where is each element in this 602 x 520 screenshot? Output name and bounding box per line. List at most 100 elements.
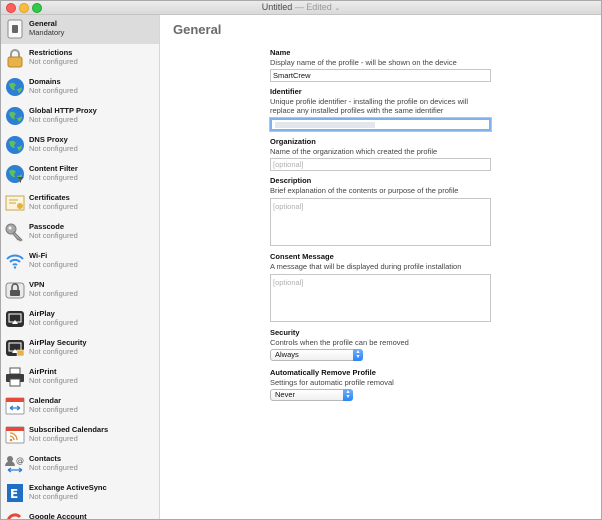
sidebar-item-dns-proxy[interactable]: DNS Proxy Not configured	[1, 131, 159, 160]
organization-description: Name of the organization which created t…	[270, 147, 438, 156]
identifier-field[interactable]	[270, 118, 491, 131]
consent-message-label: Consent Message	[270, 252, 334, 261]
popup-stepper-icon: ▴ ▾	[353, 349, 363, 361]
organization-label: Organization	[270, 137, 316, 146]
name-description: Display name of the profile - will be sh…	[270, 58, 457, 67]
sidebar-item-title: AirPrint	[29, 367, 57, 376]
sidebar-item-subtitle: Not configured	[29, 434, 78, 443]
sidebar-item-airprint[interactable]: AirPrint Not configured	[1, 363, 159, 392]
globe-icon	[5, 135, 25, 155]
identifier-description-line1: Unique profile identifier - installing t…	[270, 97, 469, 106]
sidebar-item-subtitle: Not configured	[29, 115, 78, 124]
sidebar-item-subscribed-calendars[interactable]: Subscribed Calendars Not configured	[1, 421, 159, 450]
consent-message-description: A message that will be displayed during …	[270, 262, 462, 271]
sidebar-item-passcode[interactable]: Passcode Not configured	[1, 218, 159, 247]
security-popup-value: Always	[275, 350, 299, 359]
sidebar-item-title: Domains	[29, 77, 61, 86]
airplay-security-icon	[5, 338, 25, 358]
chevron-down-icon: ⌄	[334, 5, 341, 12]
rss-icon	[5, 425, 25, 445]
description-textarea[interactable]: [optional]	[270, 198, 491, 246]
sidebar-item-title: Content Filter	[29, 164, 78, 173]
sidebar-item-title: Google Account	[29, 512, 87, 520]
sidebar-item-subtitle: Not configured	[29, 173, 78, 182]
calendar-icon	[5, 396, 25, 416]
svg-text:E: E	[10, 487, 18, 501]
sidebar-item-subtitle: Not configured	[29, 318, 78, 327]
sidebar-item-subtitle: Not configured	[29, 86, 78, 95]
sidebar-item-title: Exchange ActiveSync	[29, 483, 107, 492]
sidebar-item-exchange-activesync[interactable]: E Exchange ActiveSync Not configured	[1, 479, 159, 508]
auto-remove-label: Automatically Remove Profile	[270, 368, 376, 377]
sidebar-item-subtitle: Not configured	[29, 492, 78, 501]
popup-stepper-icon: ▴ ▾	[343, 389, 353, 401]
sidebar-item-airplay-security[interactable]: AirPlay Security Not configured	[1, 334, 159, 363]
sidebar-item-title: AirPlay	[29, 309, 55, 318]
sidebar-item-title: Passcode	[29, 222, 65, 231]
description-label: Description	[270, 176, 312, 185]
page-title: General	[173, 22, 222, 37]
sidebar-item-title: Calendar	[29, 396, 62, 405]
name-label: Name	[270, 48, 291, 57]
identifier-label: Identifier	[270, 87, 302, 96]
sidebar-item-domains[interactable]: Domains Not configured	[1, 73, 159, 102]
sidebar-item-calendar[interactable]: Calendar Not configured	[1, 392, 159, 421]
sidebar-item-subtitle: Not configured	[29, 463, 78, 472]
certificate-icon	[5, 193, 25, 213]
wifi-icon	[5, 251, 25, 271]
sidebar-item-google-account[interactable]: Google Account	[1, 508, 159, 520]
name-field[interactable]: SmartCrew	[270, 69, 491, 82]
security-popup[interactable]: Always ▴ ▾	[270, 349, 363, 361]
document-title: Untitled	[261, 2, 293, 12]
security-label: Security	[270, 328, 300, 337]
sidebar-item-wi-fi[interactable]: Wi-Fi Not configured	[1, 247, 159, 276]
sidebar-item-vpn[interactable]: VPN Not configured	[1, 276, 159, 305]
redacted-identifier	[275, 122, 375, 128]
sidebar-item-title: Subscribed Calendars	[29, 425, 109, 434]
organization-field[interactable]: [optional]	[270, 158, 491, 171]
sidebar-item-certificates[interactable]: Certificates Not configured	[1, 189, 159, 218]
google-icon	[5, 512, 25, 519]
sidebar-item-restrictions[interactable]: Restrictions Not configured	[1, 44, 159, 73]
auto-remove-description: Settings for automatic profile removal	[270, 378, 394, 387]
general-icon	[5, 19, 25, 39]
sidebar-item-contacts[interactable]: @ Contacts Not configured	[1, 450, 159, 479]
globe-icon	[5, 106, 25, 126]
sidebar-item-subtitle: Not configured	[29, 260, 78, 269]
sidebar-item-title: VPN	[29, 280, 45, 289]
printer-icon	[5, 367, 25, 387]
sidebar-item-subtitle: Not configured	[29, 347, 78, 356]
sidebar-item-title: Restrictions	[29, 48, 73, 57]
sidebar-item-subtitle: Mandatory	[29, 28, 65, 37]
auto-remove-popup[interactable]: Never ▴ ▾	[270, 389, 353, 401]
payload-sidebar: General Mandatory Restrictions Not confi…	[1, 15, 160, 520]
contacts-icon: @	[5, 454, 25, 474]
security-description: Controls when the profile can be removed	[270, 338, 409, 347]
vpn-icon	[5, 280, 25, 300]
sidebar-item-subtitle: Not configured	[29, 376, 78, 385]
sidebar-item-subtitle: Not configured	[29, 405, 78, 414]
sidebar-item-subtitle: Not configured	[29, 202, 78, 211]
sidebar-item-title: DNS Proxy	[29, 135, 68, 144]
sidebar-item-content-filter[interactable]: Content Filter Not configured	[1, 160, 159, 189]
globe-icon	[5, 77, 25, 97]
sidebar-item-subtitle: Not configured	[29, 144, 78, 153]
sidebar-item-subtitle: Not configured	[29, 289, 78, 298]
svg-text:@: @	[16, 456, 24, 465]
sidebar-item-title: Wi-Fi	[29, 251, 48, 260]
edited-indicator: — Edited	[294, 2, 332, 12]
sidebar-item-title: Global HTTP Proxy	[29, 106, 97, 115]
sidebar-item-title: Certificates	[29, 193, 70, 202]
profile-editor-window: Untitled — Edited ⌄ General Mandatory Re…	[0, 0, 602, 520]
sidebar-item-subtitle: Not configured	[29, 231, 78, 240]
sidebar-item-title: Contacts	[29, 454, 62, 463]
sidebar-item-title: General	[29, 19, 57, 28]
consent-message-textarea[interactable]: [optional]	[270, 274, 491, 322]
window-title[interactable]: Untitled — Edited ⌄	[1, 2, 601, 12]
airplay-icon	[5, 309, 25, 329]
sidebar-item-general[interactable]: General Mandatory	[1, 15, 159, 44]
sidebar-item-global-http-proxy[interactable]: Global HTTP Proxy Not configured	[1, 102, 159, 131]
globe-icon	[5, 164, 25, 184]
sidebar-item-airplay[interactable]: AirPlay Not configured	[1, 305, 159, 334]
identifier-description-line2: replace any installed profiles with the …	[270, 106, 444, 115]
